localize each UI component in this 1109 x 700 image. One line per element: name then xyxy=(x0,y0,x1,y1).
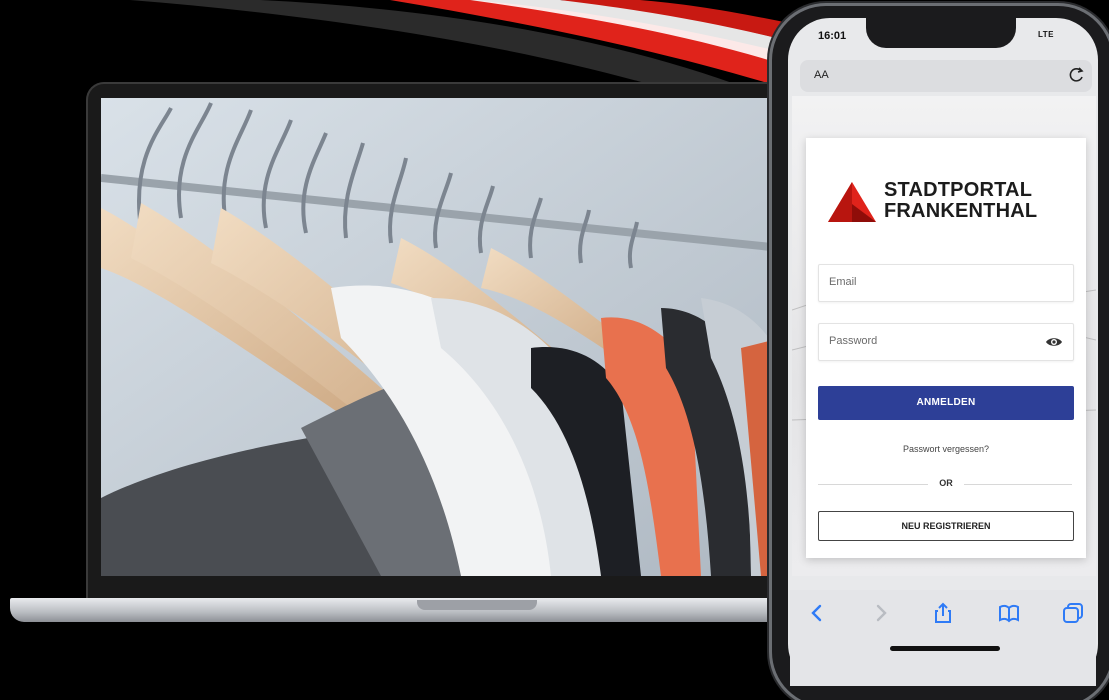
status-network: LTE xyxy=(1038,30,1055,39)
phone-notch xyxy=(866,18,1016,48)
status-time: 16:01 xyxy=(818,30,847,42)
reader-aa-button[interactable]: AA xyxy=(814,69,829,81)
or-divider-text: OR xyxy=(939,478,953,488)
login-button[interactable]: ANMELDEN xyxy=(818,386,1074,420)
eye-icon[interactable] xyxy=(1045,334,1063,350)
chevron-left-icon[interactable] xyxy=(806,602,828,624)
bookmarks-icon[interactable] xyxy=(998,602,1020,624)
stadtportal-logo-icon xyxy=(828,182,876,222)
logo-wordmark: STADTPORTAL FRANKENTHAL xyxy=(884,180,1037,222)
email-field[interactable]: Email xyxy=(818,264,1074,302)
email-placeholder: Email xyxy=(829,276,857,288)
laptop-notch xyxy=(417,600,537,610)
address-bar[interactable] xyxy=(800,60,1092,92)
password-placeholder: Password xyxy=(829,335,878,347)
marketing-graphic: 16:01 LTE AA STADTPORTAL FRANKENTHAL Ema… xyxy=(0,0,1109,700)
register-button[interactable]: NEU REGISTRIEREN xyxy=(818,511,1074,541)
share-icon[interactable] xyxy=(932,602,954,624)
laptop-screen xyxy=(101,98,781,576)
forgot-password-link[interactable]: Passwort vergessen? xyxy=(818,444,1074,454)
home-indicator xyxy=(890,646,1000,651)
laptop-base xyxy=(10,598,810,622)
tabs-icon[interactable] xyxy=(1062,602,1084,624)
clothes-on-hangers-photo xyxy=(101,98,781,576)
logo-line-1: STADTPORTAL xyxy=(884,179,1033,201)
password-field[interactable]: Password xyxy=(818,323,1074,361)
reload-icon[interactable] xyxy=(1068,66,1086,84)
chevron-right-icon[interactable] xyxy=(870,602,892,624)
logo-line-2: FRANKENTHAL xyxy=(884,200,1038,222)
